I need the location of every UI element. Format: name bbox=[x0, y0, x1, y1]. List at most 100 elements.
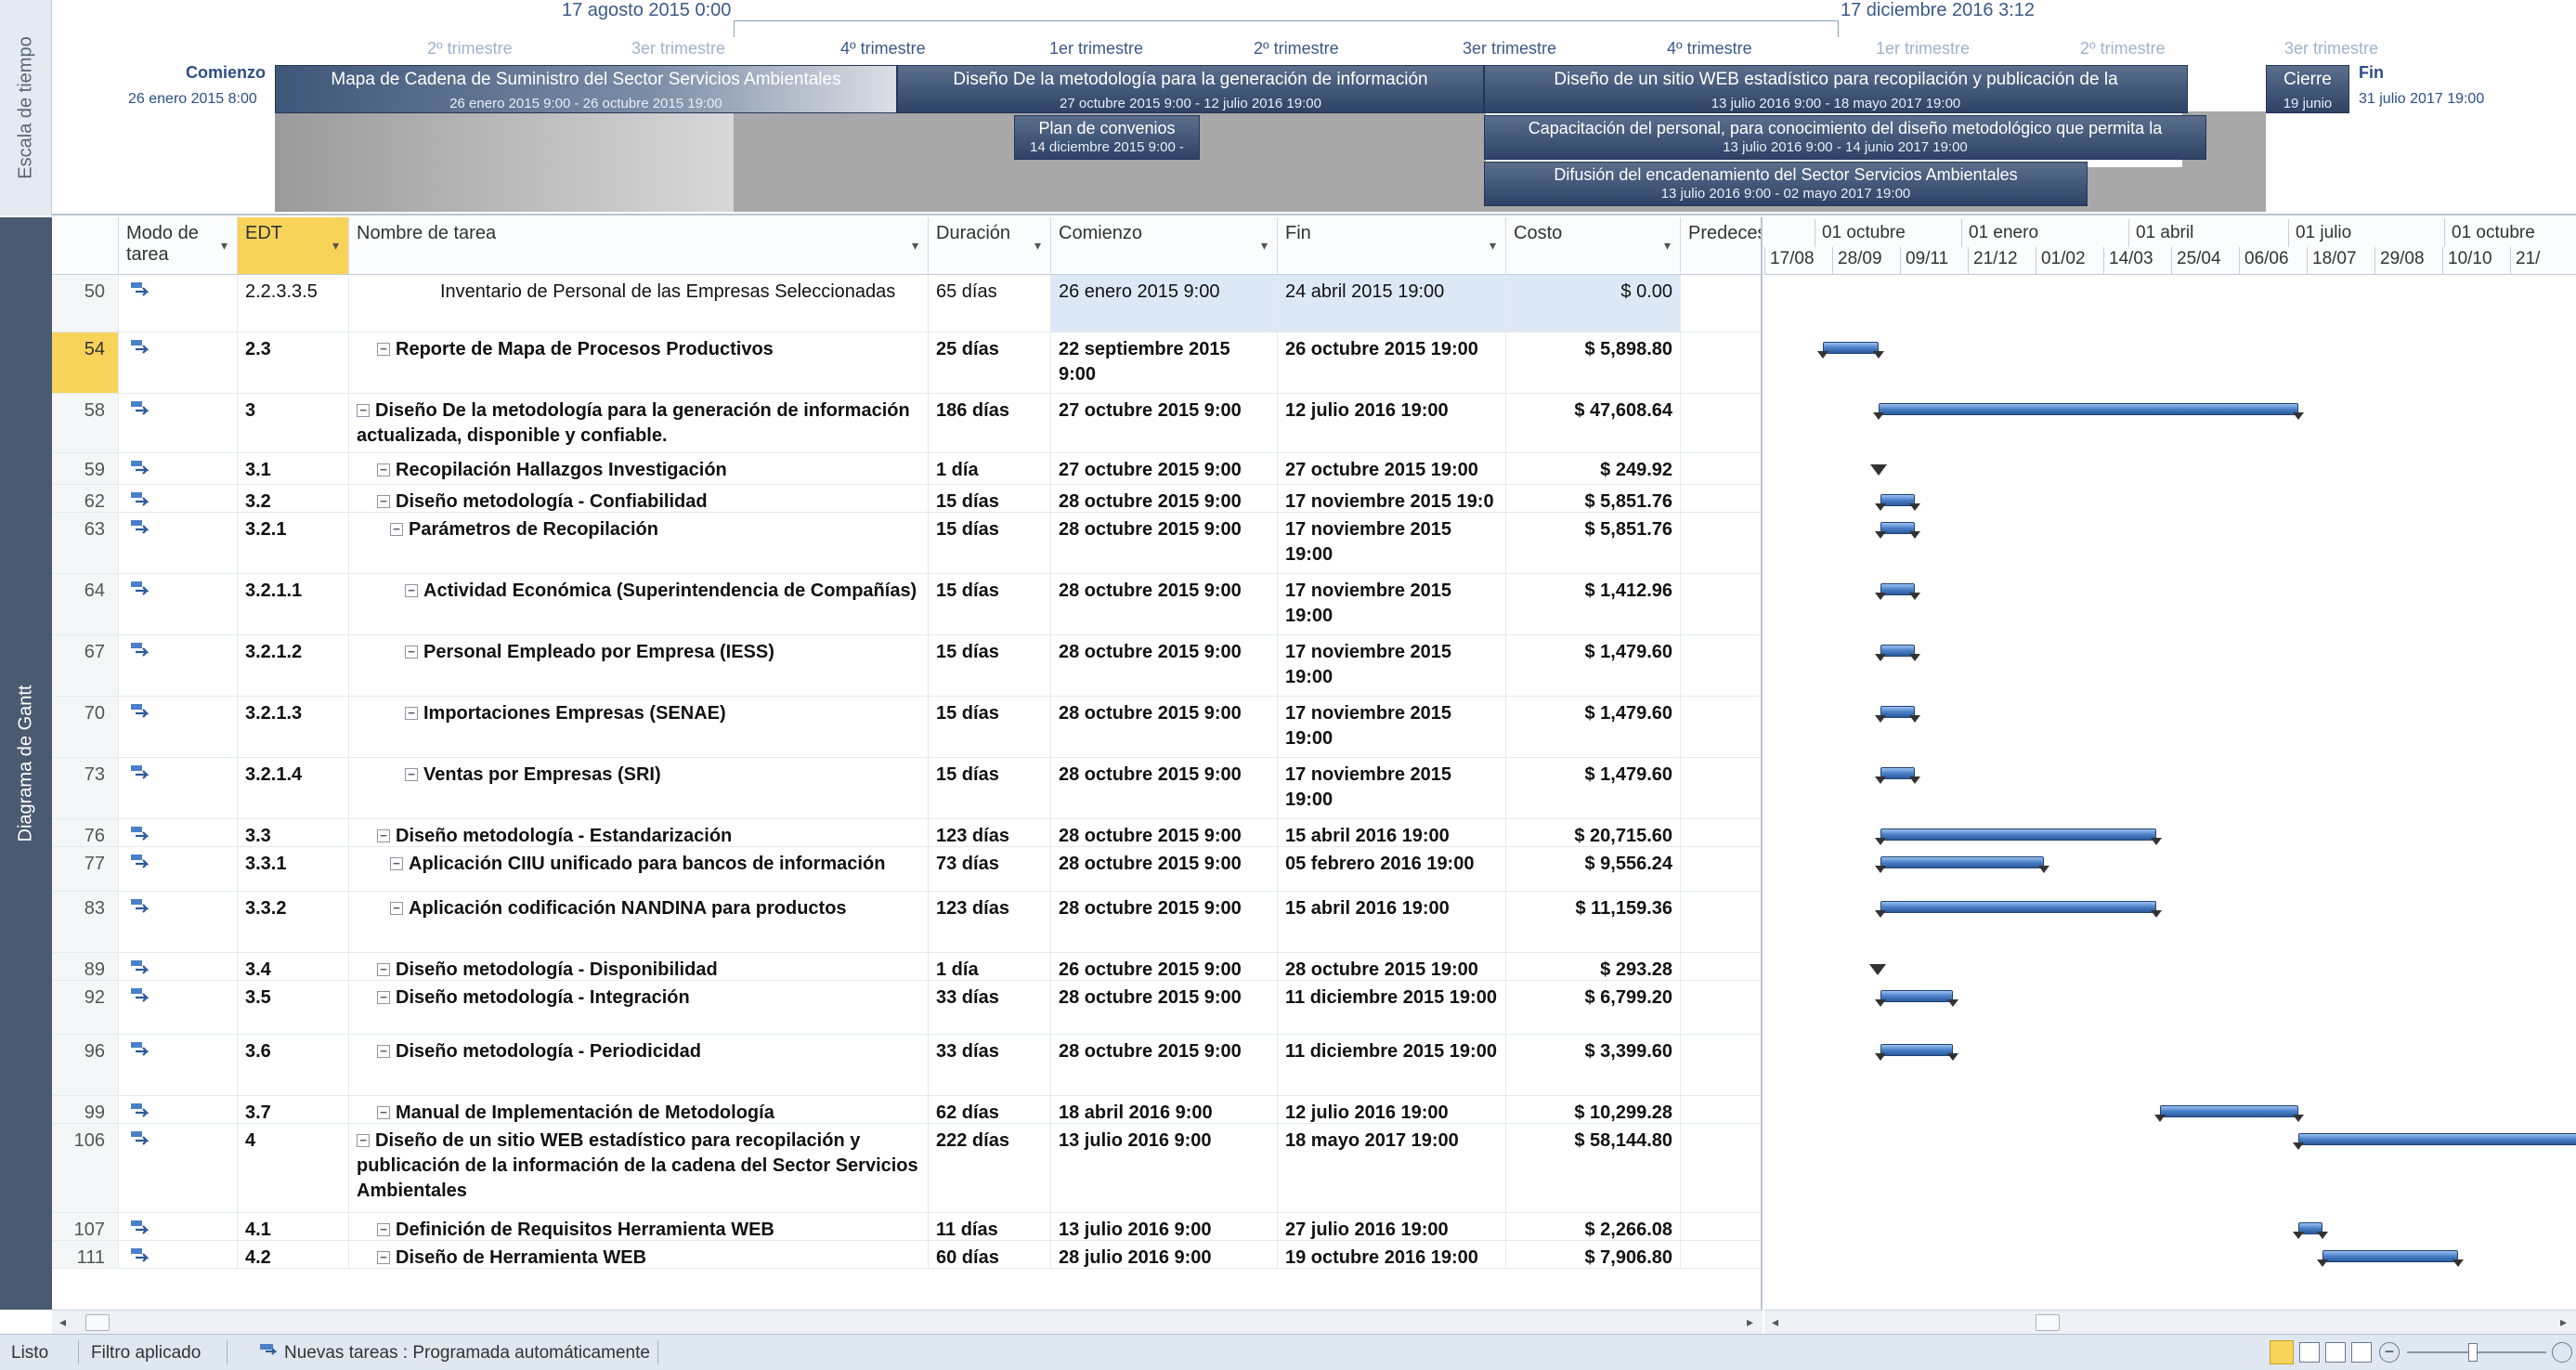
row-id[interactable]: 106 bbox=[52, 1124, 119, 1212]
team-planner-view-icon[interactable] bbox=[2325, 1342, 2346, 1363]
task-mode-cell[interactable] bbox=[119, 1035, 238, 1095]
table-row[interactable]: 107 4.1− Definición de Requisitos Herramie… bbox=[52, 1213, 1761, 1241]
gantt-task-bar[interactable] bbox=[2293, 1222, 2329, 1239]
collapse-toggle[interactable]: − bbox=[377, 1045, 390, 1058]
timeline-bar-sitio-web[interactable]: Diseño de un sitio WEB estadístico para … bbox=[1484, 65, 2188, 113]
row-id[interactable]: 70 bbox=[52, 697, 119, 757]
predecessors-cell[interactable] bbox=[1681, 819, 1761, 846]
row-id[interactable]: 64 bbox=[52, 574, 119, 634]
task-duration-cell[interactable]: 65 días bbox=[929, 275, 1051, 332]
task-finish-cell[interactable]: 17 noviembre 2015 19:00 bbox=[1278, 697, 1506, 757]
task-name-cell[interactable]: − Diseño metodología - Integración bbox=[349, 981, 929, 1034]
task-finish-cell[interactable]: 28 octubre 2015 19:00 bbox=[1278, 953, 1506, 980]
predecessors-cell[interactable] bbox=[1681, 394, 1761, 452]
task-edt-cell[interactable]: 3.3.2 bbox=[238, 892, 349, 952]
task-mode-cell[interactable] bbox=[119, 1213, 238, 1240]
task-start-cell[interactable]: 26 octubre 2015 9:00 bbox=[1051, 953, 1278, 980]
collapse-toggle[interactable]: − bbox=[377, 1223, 390, 1236]
task-start-cell[interactable]: 27 octubre 2015 9:00 bbox=[1051, 394, 1278, 452]
row-id[interactable]: 67 bbox=[52, 635, 119, 696]
predecessors-cell[interactable] bbox=[1681, 892, 1761, 952]
task-duration-cell[interactable]: 222 días bbox=[929, 1124, 1051, 1212]
column-header-edt[interactable]: EDT ▾ bbox=[238, 217, 349, 275]
gantt-task-bar[interactable] bbox=[2153, 1105, 2305, 1122]
column-header-duration[interactable]: Duración ▾ bbox=[929, 217, 1051, 275]
table-row[interactable]: 54 2.3− Reporte de Mapa de Procesos Produc… bbox=[52, 333, 1761, 394]
gantt-task-bar[interactable] bbox=[1875, 522, 1920, 539]
task-start-cell[interactable]: 28 octubre 2015 9:00 bbox=[1051, 892, 1278, 952]
table-row[interactable]: 62 3.2− Diseño metodología - Confiabilidad… bbox=[52, 485, 1761, 513]
task-name-cell[interactable]: − Reporte de Mapa de Procesos Productivos bbox=[349, 333, 929, 393]
task-start-cell[interactable]: 28 octubre 2015 9:00 bbox=[1051, 635, 1278, 696]
task-start-cell[interactable]: 13 julio 2016 9:00 bbox=[1051, 1124, 1278, 1212]
task-cost-cell[interactable]: $ 1,479.60 bbox=[1506, 697, 1681, 757]
row-id[interactable]: 62 bbox=[52, 485, 119, 512]
row-id[interactable]: 77 bbox=[52, 847, 119, 891]
task-name-cell[interactable]: − Importaciones Empresas (SENAE) bbox=[349, 697, 929, 757]
collapse-toggle[interactable]: − bbox=[405, 768, 418, 781]
table-row[interactable]: 99 3.7− Manual de Implementación de Metodo… bbox=[52, 1096, 1761, 1124]
column-header-predecessors[interactable]: Predeces bbox=[1681, 217, 1761, 275]
row-id[interactable]: 73 bbox=[52, 758, 119, 818]
task-name-cell[interactable]: − Diseño metodología - Disponibilidad bbox=[349, 953, 929, 980]
timeline-bar-plan-convenios[interactable]: Plan de convenios 14 diciembre 2015 9:00 … bbox=[1014, 115, 1200, 160]
table-row[interactable]: 83 3.3.2− Aplicación codificación NANDINA … bbox=[52, 892, 1761, 953]
task-cost-cell[interactable]: $ 0.00 bbox=[1506, 275, 1681, 332]
task-start-cell[interactable]: 28 octubre 2015 9:00 bbox=[1051, 981, 1278, 1034]
collapse-toggle[interactable]: − bbox=[377, 829, 390, 842]
column-header-finish[interactable]: Fin ▾ bbox=[1278, 217, 1506, 275]
gantt-task-bar[interactable] bbox=[1875, 901, 2163, 918]
task-name-cell[interactable]: Inventario de Personal de las Empresas S… bbox=[349, 275, 929, 332]
predecessors-cell[interactable] bbox=[1681, 333, 1761, 393]
gantt-task-bar[interactable] bbox=[1875, 583, 1920, 600]
task-mode-cell[interactable] bbox=[119, 819, 238, 846]
task-mode-cell[interactable] bbox=[119, 953, 238, 980]
task-finish-cell[interactable]: 12 julio 2016 19:00 bbox=[1278, 1096, 1506, 1123]
task-duration-cell[interactable]: 15 días bbox=[929, 574, 1051, 634]
task-edt-cell[interactable]: 3.6 bbox=[238, 1035, 349, 1095]
task-duration-cell[interactable]: 33 días bbox=[929, 1035, 1051, 1095]
task-duration-cell[interactable]: 15 días bbox=[929, 485, 1051, 512]
predecessors-cell[interactable] bbox=[1681, 953, 1761, 980]
task-edt-cell[interactable]: 2.3 bbox=[238, 333, 349, 393]
predecessors-cell[interactable] bbox=[1681, 1035, 1761, 1095]
task-finish-cell[interactable]: 18 mayo 2017 19:00 bbox=[1278, 1124, 1506, 1212]
zoom-in-icon[interactable] bbox=[2552, 1342, 2572, 1363]
task-cost-cell[interactable]: $ 11,159.36 bbox=[1506, 892, 1681, 952]
task-start-cell[interactable]: 28 octubre 2015 9:00 bbox=[1051, 758, 1278, 818]
table-row[interactable]: 64 3.2.1.1− Actividad Económica (Superinte… bbox=[52, 574, 1761, 635]
predecessors-cell[interactable] bbox=[1681, 635, 1761, 696]
task-start-cell[interactable]: 26 enero 2015 9:00 bbox=[1051, 275, 1278, 332]
task-edt-cell[interactable]: 4.2 bbox=[238, 1241, 349, 1268]
predecessors-cell[interactable] bbox=[1681, 758, 1761, 818]
column-header-mode[interactable]: Modo de tarea ▾ bbox=[119, 217, 238, 275]
collapse-toggle[interactable]: − bbox=[405, 584, 418, 597]
task-edt-cell[interactable]: 3.2.1.2 bbox=[238, 635, 349, 696]
predecessors-cell[interactable] bbox=[1681, 485, 1761, 512]
collapse-toggle[interactable]: − bbox=[357, 404, 370, 417]
task-cost-cell[interactable]: $ 10,299.28 bbox=[1506, 1096, 1681, 1123]
task-cost-cell[interactable]: $ 6,799.20 bbox=[1506, 981, 1681, 1034]
timeline-pane[interactable]: Escala de tiempo 17 agosto 2015 0:00 17 … bbox=[0, 0, 2576, 215]
gantt-view-icon[interactable] bbox=[2270, 1340, 2294, 1364]
task-finish-cell[interactable]: 17 noviembre 2015 19:00 bbox=[1278, 635, 1506, 696]
task-name-cell[interactable]: − Ventas por Empresas (SRI) bbox=[349, 758, 929, 818]
table-row[interactable]: 63 3.2.1− Parámetros de Recopilación 15 día… bbox=[52, 513, 1761, 574]
task-name-cell[interactable]: − Diseño metodología - Estandarización bbox=[349, 819, 929, 846]
task-edt-cell[interactable]: 3.2 bbox=[238, 485, 349, 512]
task-duration-cell[interactable]: 60 días bbox=[929, 1241, 1051, 1268]
task-edt-cell[interactable]: 4 bbox=[238, 1124, 349, 1212]
collapse-toggle[interactable]: − bbox=[357, 1134, 370, 1147]
task-cost-cell[interactable]: $ 5,898.80 bbox=[1506, 333, 1681, 393]
task-edt-cell[interactable]: 3.2.1.1 bbox=[238, 574, 349, 634]
table-row[interactable]: 111 4.2− Diseño de Herramienta WEB 60 días 2… bbox=[52, 1241, 1761, 1269]
predecessors-cell[interactable] bbox=[1681, 697, 1761, 757]
task-name-cell[interactable]: − Personal Empleado por Empresa (IESS) bbox=[349, 635, 929, 696]
task-finish-cell[interactable]: 15 abril 2016 19:00 bbox=[1278, 892, 1506, 952]
gantt-task-bar[interactable] bbox=[2317, 1250, 2465, 1267]
task-name-cell[interactable]: − Diseño de un sitio WEB estadístico para… bbox=[349, 1124, 929, 1212]
collapse-toggle[interactable]: − bbox=[377, 343, 390, 356]
task-duration-cell[interactable]: 25 días bbox=[929, 333, 1051, 393]
scroll-thumb[interactable] bbox=[2036, 1314, 2060, 1331]
collapse-toggle[interactable]: − bbox=[377, 963, 390, 976]
